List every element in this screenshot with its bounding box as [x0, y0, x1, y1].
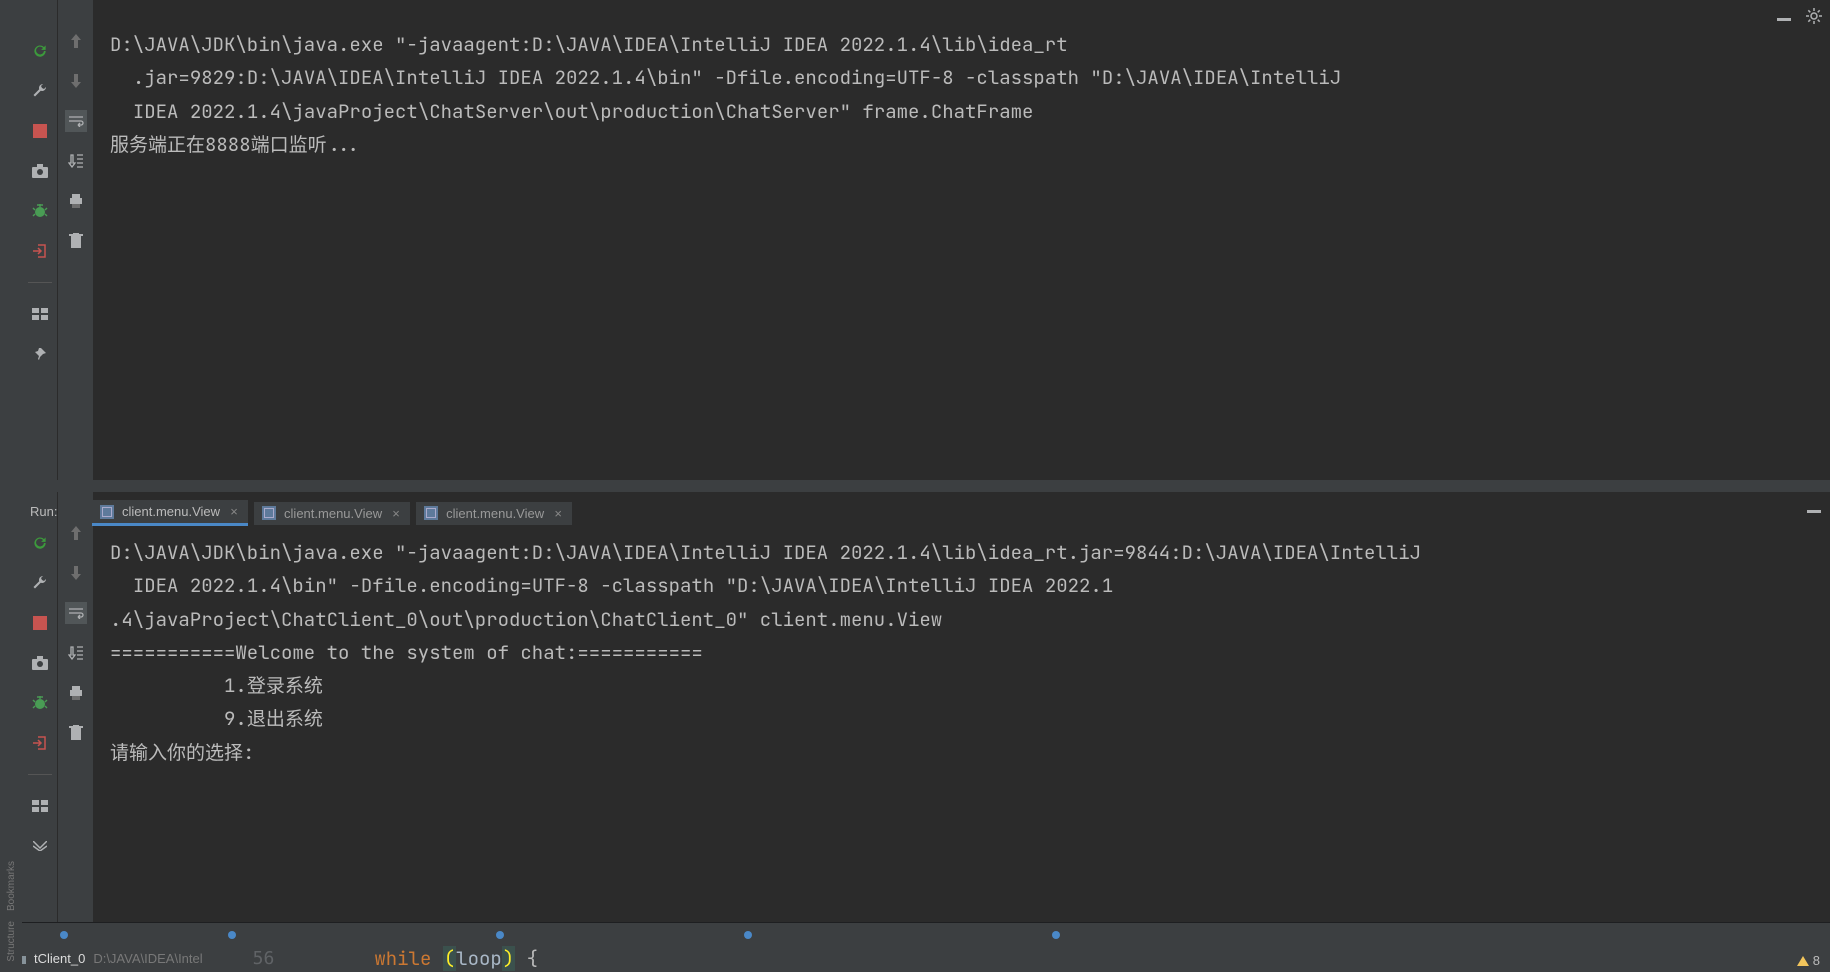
close-icon[interactable]: × — [390, 507, 402, 519]
left-tool-rail[interactable]: Bookmarks Structure — [0, 0, 22, 972]
exit-icon[interactable] — [29, 732, 51, 754]
run-toolbar-secondary — [58, 0, 94, 480]
toolbar-divider — [28, 282, 52, 283]
camera-icon[interactable] — [29, 652, 51, 674]
warnings-badge[interactable]: 8 — [1797, 953, 1820, 968]
client-console-output[interactable]: D:\JAVA\JDK\bin\java.exe "-javaagent:D:\… — [110, 536, 1820, 922]
project-path: D:\JAVA\IDEA\Intel — [93, 951, 202, 966]
app-icon — [262, 506, 276, 520]
layout-icon[interactable] — [29, 795, 51, 817]
stop-button[interactable] — [29, 120, 51, 142]
print-icon[interactable] — [65, 682, 87, 704]
scroll-to-end-icon[interactable] — [65, 150, 87, 172]
client-run-panel: Run: client.menu.View × client.menu.View… — [0, 492, 1830, 922]
layout-icon[interactable] — [29, 303, 51, 325]
file-dot-icon — [228, 931, 236, 939]
down-arrow-icon[interactable] — [65, 562, 87, 584]
rerun-button[interactable] — [29, 532, 51, 554]
project-name[interactable]: tClient_0 — [34, 951, 85, 966]
bookmarks-label[interactable]: Bookmarks — [6, 861, 17, 911]
run-tab-bar: client.menu.View × client.menu.View × cl… — [92, 498, 572, 528]
gear-icon[interactable] — [1806, 8, 1822, 24]
print-icon[interactable] — [65, 190, 87, 212]
panel-chrome — [1776, 8, 1822, 24]
trash-icon[interactable] — [65, 230, 87, 252]
file-dot-icon — [60, 931, 68, 939]
file-dot-icon — [744, 931, 752, 939]
run-label: Run: — [30, 504, 57, 519]
wrench-button[interactable] — [29, 572, 51, 594]
toolbar-divider — [28, 774, 52, 775]
app-icon — [424, 506, 438, 520]
run-toolbar-primary — [22, 492, 58, 922]
stop-button[interactable] — [29, 612, 51, 634]
file-dot-icon — [1052, 931, 1060, 939]
run-tab-3[interactable]: client.menu.View × — [416, 502, 572, 525]
debug-bug-icon[interactable] — [29, 200, 51, 222]
scroll-to-end-icon[interactable] — [65, 642, 87, 664]
server-console-output[interactable]: D:\JAVA\JDK\bin\java.exe "-javaagent:D:\… — [110, 28, 1820, 480]
panel-chrome — [1806, 500, 1822, 514]
tab-label: client.menu.View — [446, 506, 544, 521]
camera-icon[interactable] — [29, 160, 51, 182]
run-tab-1[interactable]: client.menu.View × — [92, 500, 248, 526]
run-toolbar-primary — [22, 0, 58, 480]
warning-icon — [1797, 956, 1809, 966]
line-number: 56 — [253, 948, 275, 969]
trash-icon[interactable] — [65, 722, 87, 744]
tab-label: client.menu.View — [122, 504, 220, 519]
close-icon[interactable]: × — [228, 506, 240, 518]
server-run-panel: D:\JAVA\JDK\bin\java.exe "-javaagent:D:\… — [0, 0, 1830, 480]
breadcrumb-tabs — [60, 923, 1820, 947]
debug-bug-icon[interactable] — [29, 692, 51, 714]
exit-icon[interactable] — [29, 240, 51, 262]
up-arrow-icon[interactable] — [65, 522, 87, 544]
rerun-button[interactable] — [29, 40, 51, 62]
run-toolbar-secondary — [58, 492, 94, 922]
app-icon — [100, 505, 114, 519]
more-icon[interactable] — [29, 835, 51, 857]
pin-icon[interactable] — [29, 343, 51, 365]
tab-label: client.menu.View — [284, 506, 382, 521]
warning-count: 8 — [1813, 953, 1820, 968]
editor-code-fragment: while (loop) { — [374, 946, 538, 971]
down-arrow-icon[interactable] — [65, 70, 87, 92]
minimize-icon[interactable] — [1806, 500, 1822, 514]
up-arrow-icon[interactable] — [65, 30, 87, 52]
soft-wrap-icon[interactable] — [65, 110, 87, 132]
wrench-button[interactable] — [29, 80, 51, 102]
soft-wrap-icon[interactable] — [65, 602, 87, 624]
run-tab-2[interactable]: client.menu.View × — [254, 502, 410, 525]
editor-strip: tClient_0 D:\JAVA\IDEA\Intel 56 while (l… — [0, 922, 1830, 972]
file-dot-icon — [496, 931, 504, 939]
structure-label[interactable]: Structure — [6, 921, 17, 962]
close-icon[interactable]: × — [552, 507, 564, 519]
minimize-icon[interactable] — [1776, 8, 1792, 24]
